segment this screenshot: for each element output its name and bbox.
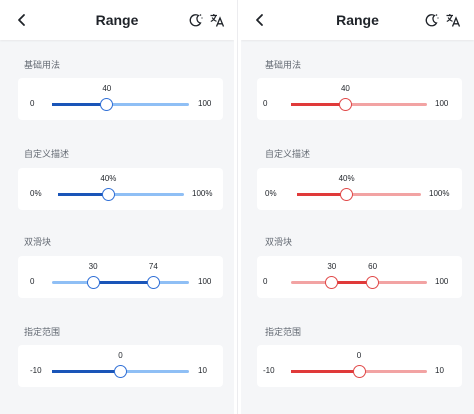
- range-value-label: 40: [102, 84, 112, 93]
- translate-icon[interactable]: [209, 12, 225, 28]
- nav-bar: Range: [0, 0, 234, 40]
- range-min-label: 0: [263, 98, 268, 108]
- range-max-label: 100%: [429, 188, 450, 198]
- range-thumb[interactable]: [338, 98, 352, 111]
- range-thumb[interactable]: [352, 365, 366, 378]
- range-min-label: -10: [30, 365, 42, 375]
- range-thumb-start[interactable]: [325, 276, 339, 289]
- range-value-label: 30: [88, 262, 98, 271]
- range-slider-card: 0 100 30 74: [18, 256, 223, 298]
- range-thumb[interactable]: [101, 188, 115, 201]
- range-max-label: 10: [435, 365, 444, 375]
- range-min-label: 0: [30, 98, 35, 108]
- screen-left: Range 基础用法 0 100 40 自定义描述 0% 100% 40% 双滑块 0 100 30 7…: [0, 0, 234, 414]
- range-max-label: 100: [435, 276, 449, 286]
- range-thumb-end[interactable]: [146, 276, 160, 289]
- range-slider-card: 0% 100% 40%: [257, 168, 462, 210]
- moon-icon[interactable]: [424, 12, 440, 28]
- moon-icon[interactable]: [188, 12, 204, 28]
- nav-bar: Range: [241, 0, 474, 40]
- range-value-label: 40%: [100, 174, 117, 183]
- range-slider-card: -10 10 0: [257, 345, 462, 387]
- range-max-label: 100: [198, 276, 212, 286]
- section-label: 指定范围: [265, 327, 302, 337]
- range-slider-card: 0 100 30 60: [257, 256, 462, 298]
- section-label: 自定义描述: [265, 149, 311, 159]
- range-fill: [291, 370, 359, 373]
- range-fill: [93, 281, 154, 284]
- screen-right: Range 基础用法 0 100 40 自定义描述 0% 100% 40% 双滑块 0 100 30 6…: [241, 0, 474, 414]
- translate-icon[interactable]: [445, 12, 461, 28]
- range-value-label: 40%: [338, 174, 355, 183]
- range-value-label: 0: [356, 351, 362, 360]
- range-min-label: 0%: [30, 188, 42, 198]
- section-label: 基础用法: [265, 60, 302, 70]
- range-min-label: 0%: [265, 188, 277, 198]
- range-thumb[interactable]: [100, 98, 114, 111]
- range-slider-card: -10 10 0: [18, 345, 223, 387]
- range-value-label: 60: [368, 262, 378, 271]
- range-slider-card: 0% 100% 40%: [18, 168, 223, 210]
- range-max-label: 10: [198, 365, 207, 375]
- range-thumb[interactable]: [340, 188, 354, 201]
- range-fill: [52, 103, 107, 106]
- range-thumb-end[interactable]: [366, 276, 380, 289]
- section-label: 双滑块: [265, 237, 293, 247]
- range-max-label: 100: [435, 98, 449, 108]
- range-min-label: -10: [263, 365, 275, 375]
- screen-divider: [234, 0, 241, 414]
- section-label: 自定义描述: [24, 149, 70, 159]
- range-slider-card: 0 100 40: [257, 78, 462, 120]
- section-label: 基础用法: [24, 60, 61, 70]
- range-fill: [52, 370, 121, 373]
- range-min-label: 0: [263, 276, 268, 286]
- range-value-label: 40: [340, 84, 350, 93]
- section-label: 双滑块: [24, 237, 52, 247]
- range-fill: [291, 103, 346, 106]
- range-thumb-start[interactable]: [86, 276, 100, 289]
- range-max-label: 100: [198, 98, 212, 108]
- range-min-label: 0: [30, 276, 35, 286]
- range-value-label: 0: [118, 351, 123, 360]
- range-value-label: 74: [148, 262, 158, 271]
- section-label: 指定范围: [24, 327, 61, 337]
- range-fill: [58, 193, 109, 196]
- range-slider-card: 0 100 40: [18, 78, 223, 120]
- range-value-label: 30: [327, 262, 337, 271]
- range-thumb[interactable]: [114, 365, 127, 378]
- range-max-label: 100%: [192, 188, 213, 198]
